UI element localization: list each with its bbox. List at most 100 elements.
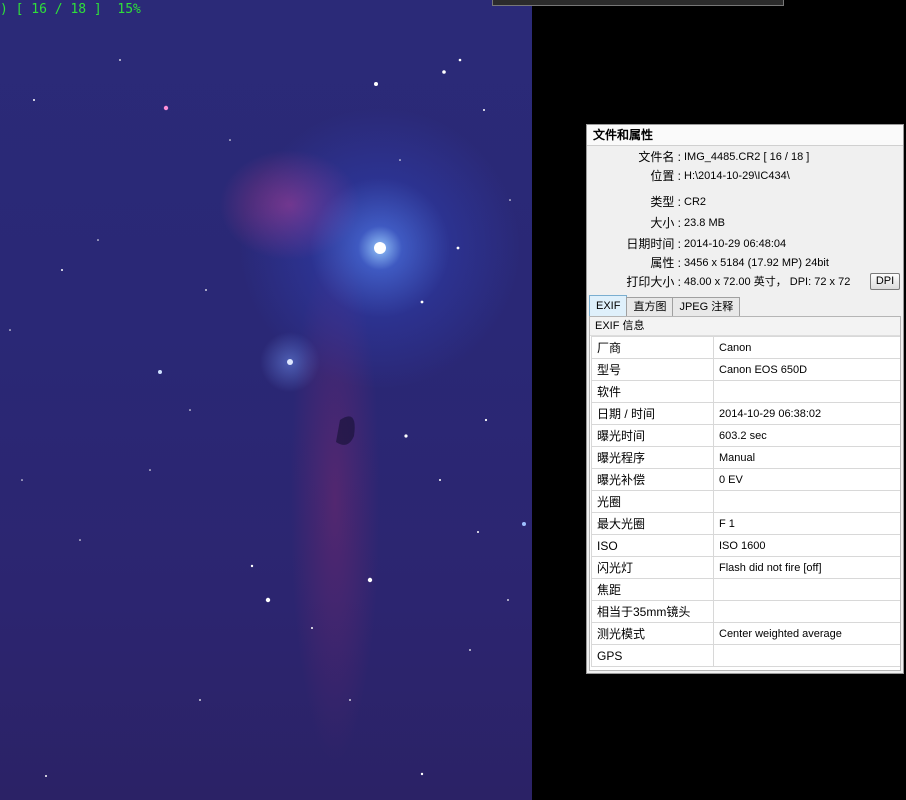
info-label: 日期时间 :	[626, 237, 681, 251]
star	[61, 269, 63, 271]
dpi-button[interactable]: DPI	[870, 273, 900, 290]
exif-key: 相当于35mm镜头	[591, 600, 714, 623]
star	[456, 246, 460, 250]
exif-key: 最大光圈	[591, 512, 714, 535]
info-label: 属性 :	[650, 256, 681, 270]
star	[442, 70, 446, 74]
exif-key: 焦距	[591, 578, 714, 601]
exif-value	[713, 578, 900, 601]
exif-key: 测光模式	[591, 622, 714, 645]
star	[404, 434, 408, 438]
exif-key: 软件	[591, 380, 714, 403]
exif-key: 型号	[591, 358, 714, 381]
table-row[interactable]: 曝光时间 603.2 sec	[591, 424, 900, 447]
exif-key: 曝光时间	[591, 424, 714, 447]
info-value: H:\2014-10-29\IC434\	[684, 170, 790, 182]
table-row[interactable]: 相当于35mm镜头	[591, 600, 900, 623]
exif-key: 日期 / 时间	[591, 402, 714, 425]
star	[509, 199, 511, 201]
astro-photo	[9, 58, 526, 777]
star	[522, 522, 526, 526]
info-row-filename: 文件名 : IMG_4485.CR2 [ 16 / 18 ]	[587, 148, 903, 167]
table-row[interactable]: 型号 Canon EOS 650D	[591, 358, 900, 381]
exif-value: F 1	[713, 512, 900, 535]
star	[477, 531, 479, 533]
exif-key: 厂商	[591, 336, 714, 359]
table-row[interactable]: 曝光补偿 0 EV	[591, 468, 900, 491]
star	[199, 699, 201, 701]
exif-value: 0 EV	[713, 468, 900, 491]
exif-key: 曝光补偿	[591, 468, 714, 491]
table-row[interactable]: 闪光灯 Flash did not fire [off]	[591, 556, 900, 579]
tab-bar: EXIF 直方图 JPEG 注释	[589, 295, 741, 317]
tab-exif[interactable]: EXIF	[589, 295, 628, 317]
star	[311, 627, 313, 629]
star	[250, 564, 254, 568]
table-row[interactable]: 测光模式 Center weighted average	[591, 622, 900, 645]
star	[484, 418, 488, 422]
info-row-datetime: 日期时间 : 2014-10-29 06:48:04	[587, 235, 903, 254]
star	[33, 99, 35, 101]
info-label: 大小 :	[650, 216, 681, 230]
exif-value: Center weighted average	[713, 622, 900, 645]
zoom-status: ) [ 16 / 18 ] 15%	[0, 2, 141, 17]
info-label: 类型 :	[650, 195, 681, 209]
star	[158, 370, 162, 374]
star	[119, 59, 121, 61]
star	[349, 699, 351, 701]
table-row[interactable]: GPS	[591, 644, 900, 667]
star	[9, 329, 11, 331]
exif-key: 闪光灯	[591, 556, 714, 579]
star	[399, 159, 401, 161]
star	[229, 139, 231, 141]
exif-key: ISO	[591, 534, 714, 557]
star	[97, 239, 99, 241]
star	[483, 109, 485, 111]
table-row[interactable]: 曝光程序 Manual	[591, 446, 900, 469]
exif-value: 603.2 sec	[713, 424, 900, 447]
info-value: IMG_4485.CR2 [ 16 / 18 ]	[684, 151, 810, 163]
info-row-attributes: 属性 : 3456 x 5184 (17.92 MP) 24bit	[587, 254, 903, 273]
exif-key: 曝光程序	[591, 446, 714, 469]
horsehead-nebula	[336, 416, 355, 445]
tab-histogram[interactable]: 直方图	[626, 297, 674, 317]
table-row[interactable]: 光圈	[591, 490, 900, 513]
star	[374, 82, 378, 86]
exif-value: Flash did not fire [off]	[713, 556, 900, 579]
star	[287, 359, 293, 365]
image-viewer[interactable]: ) [ 16 / 18 ] 15%	[0, 0, 532, 800]
exif-value: Manual	[713, 446, 900, 469]
star	[21, 479, 23, 481]
star	[79, 539, 81, 541]
exif-value: Canon	[713, 336, 900, 359]
exif-value: ISO 1600	[713, 534, 900, 557]
exif-header: EXIF 信息	[590, 317, 900, 336]
table-row[interactable]: 厂商 Canon	[591, 336, 900, 359]
properties-panel[interactable]: 文件和属性 文件名 : IMG_4485.CR2 [ 16 / 18 ] 位置 …	[586, 124, 904, 674]
star	[420, 300, 424, 304]
star	[439, 479, 441, 481]
info-row-print-size: 打印大小 : 48.00 x 72.00 英寸， DPI: 72 x 72	[587, 273, 903, 292]
table-row[interactable]: ISO ISO 1600	[591, 534, 900, 557]
table-row[interactable]: 焦距	[591, 578, 900, 601]
info-value: CR2	[684, 196, 707, 208]
star	[420, 772, 424, 776]
star	[367, 577, 373, 583]
panel-title: 文件和属性	[587, 125, 903, 146]
table-row[interactable]: 最大光圈 F 1	[591, 512, 900, 535]
info-value: 48.00 x 72.00 英寸， DPI: 72 x 72	[684, 276, 851, 288]
star	[469, 649, 471, 651]
table-row[interactable]: 日期 / 时间 2014-10-29 06:38:02	[591, 402, 900, 425]
exif-value: 2014-10-29 06:38:02	[713, 402, 900, 425]
tab-jpeg-comment[interactable]: JPEG 注释	[672, 297, 741, 317]
star	[205, 289, 207, 291]
info-value: 2014-10-29 06:48:04	[684, 238, 787, 250]
info-value: 23.8 MB	[684, 217, 725, 229]
exif-panel[interactable]: EXIF 信息 厂商 Canon 型号 Canon EOS 650D 软件 日期 /…	[589, 316, 901, 671]
pink-star	[163, 105, 169, 111]
table-row[interactable]: 软件	[591, 380, 900, 403]
exif-key: GPS	[591, 644, 714, 667]
info-label: 位置 :	[650, 169, 681, 183]
exif-value	[713, 490, 900, 513]
star	[45, 775, 47, 777]
